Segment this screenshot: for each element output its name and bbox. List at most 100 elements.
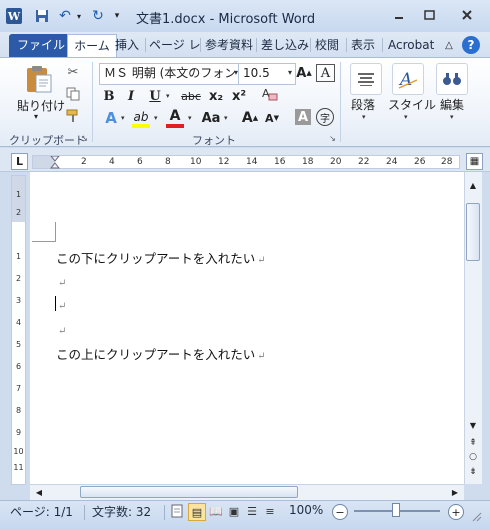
grow-font-button[interactable]: A ▲ [240,109,260,127]
line-text: この下にクリップアートを入れたい [56,251,256,266]
text-effects-dropdown-icon[interactable]: ▾ [121,114,125,122]
proofing-icon[interactable] [171,504,183,518]
font-name-combo[interactable]: ＭＳ 明朝 (本文のフォン ▾ [99,63,242,85]
vertical-ruler[interactable]: 1 2 1 2 3 4 5 6 7 8 9 10 11 [11,175,26,485]
vruler-tick: 2 [15,208,22,217]
font-color-dropdown-icon[interactable]: ▾ [188,114,192,122]
paragraph-icon[interactable] [350,63,382,95]
web-layout-icon[interactable]: ▣ [226,503,242,519]
tab-divider [382,38,383,52]
horizontal-scroll-thumb[interactable] [80,486,298,498]
document-line-5[interactable]: この上にクリップアートを入れたい ↵ [56,344,266,363]
zoom-out-icon[interactable]: − [332,504,348,520]
ruler-tick: 26 [414,157,426,167]
clipboard-launcher-icon[interactable]: ↘ [80,134,89,143]
editing-dropdown-icon[interactable]: ▾ [450,113,454,121]
browse-object-icon[interactable]: ○ [464,450,482,464]
tab-stop-selector[interactable]: L [11,153,28,170]
view-ruler-icon[interactable]: ▦ [466,153,483,170]
customize-qat-icon[interactable]: ▾ [112,8,122,24]
paste-icon[interactable] [24,64,54,94]
copy-icon[interactable] [65,86,81,102]
zoom-in-icon[interactable]: + [448,504,464,520]
font-color-icon[interactable]: A [165,107,185,125]
horizontal-ruler[interactable]: 2 4 6 8 10 12 14 16 18 20 22 24 26 28 [32,155,460,169]
clear-formatting-icon[interactable]: A [258,84,280,104]
char-shading-icon[interactable]: A [295,109,311,125]
underline-button[interactable]: U [145,87,165,105]
paste-button[interactable]: 貼り付け [17,97,65,114]
document-line-1[interactable]: この下にクリップアートを入れたい ↵ [56,248,266,267]
scroll-down-icon[interactable]: ▼ [464,418,482,432]
zoom-slider-thumb[interactable] [392,503,400,517]
subscript-button[interactable]: x₂ [206,87,226,105]
maximize-button[interactable] [416,6,442,24]
bold-button[interactable]: B [99,87,119,105]
styles-icon[interactable]: A [392,63,424,95]
underline-dropdown-icon[interactable]: ▾ [166,92,170,100]
ruler-tick: 10 [190,157,202,167]
italic-button[interactable]: I [121,87,141,105]
tab-page-layout[interactable]: ページ レ [145,34,208,57]
next-page-icon[interactable]: ⇟ [464,465,482,479]
page-count[interactable]: ページ: 1/1 [10,503,73,520]
close-button[interactable] [452,6,482,24]
change-case-icon[interactable]: Aa [199,109,223,127]
font-size-combo[interactable]: 10.5 ▾ [238,63,296,85]
shrink-font-button[interactable]: A ▼ [262,109,282,127]
paragraph-dropdown-icon[interactable]: ▾ [362,113,366,121]
save-icon[interactable] [34,8,50,24]
tab-mailings[interactable]: 差し込み [257,34,317,57]
superscript-button[interactable]: x² [229,87,249,105]
font-launcher-icon[interactable]: ↘ [328,134,337,143]
indent-marker-icon[interactable] [49,155,61,169]
print-layout-view-icon[interactable]: ▤ [188,503,206,521]
text-cursor [55,296,56,311]
document-line-2[interactable]: ↵ [56,274,66,289]
document-page[interactable] [30,172,464,484]
full-screen-reading-icon[interactable]: 📖 [208,503,224,519]
document-line-4[interactable]: ↵ [56,322,66,337]
tab-home[interactable]: ホーム [67,34,117,59]
word-count[interactable]: 文字数: 32 [92,503,151,520]
paragraph-mark: ↵ [58,278,67,289]
scroll-up-icon[interactable]: ▲ [464,178,482,192]
scroll-left-icon[interactable]: ◀ [32,485,46,499]
binoculars-icon[interactable] [436,63,468,95]
highlight-dropdown-icon[interactable]: ▾ [154,114,158,122]
text-effects-icon[interactable]: A [101,109,121,127]
tab-references[interactable]: 参考資料 [201,34,264,57]
styles-button[interactable]: スタイル [388,96,436,113]
styles-dropdown-icon[interactable]: ▾ [404,113,408,121]
help-icon[interactable]: ? [462,36,480,54]
enclose-characters-icon[interactable]: 字 [316,108,334,126]
minimize-button[interactable] [386,6,412,24]
strikethrough-button[interactable]: abc [178,87,204,105]
minimize-ribbon-icon[interactable]: △ [442,38,456,52]
draft-view-icon[interactable]: ≡ [262,503,278,519]
cut-icon[interactable]: ✂ [65,64,81,80]
grow-font-icon[interactable]: A ▲ [294,64,314,82]
format-painter-icon[interactable] [65,108,81,124]
undo-icon[interactable]: ↶ [57,8,73,24]
document-line-3[interactable]: ↵ [56,297,66,312]
scroll-right-icon[interactable]: ▶ [448,485,462,499]
undo-dropdown-icon[interactable]: ▾ [75,8,83,24]
font-name-value: ＭＳ 明朝 (本文のフォン [104,66,237,80]
change-case-dropdown-icon[interactable]: ▾ [224,114,228,122]
paragraph-button[interactable]: 段落 [351,96,375,113]
tab-file[interactable]: ファイル [9,34,73,57]
paste-dropdown-icon[interactable]: ▾ [34,112,38,121]
resize-grip-icon[interactable] [470,510,482,522]
tab-acrobat[interactable]: Acrobat [384,34,446,57]
editing-button[interactable]: 編集 [440,96,464,113]
paragraph-mark: ↵ [257,255,266,266]
vruler-tick: 2 [15,274,22,283]
char-border-icon[interactable]: A [316,64,335,82]
word-app-icon[interactable]: W [6,8,22,24]
vertical-scroll-thumb[interactable] [466,203,480,261]
outline-view-icon[interactable]: ☰ [244,503,260,519]
repeat-icon[interactable]: ↻ [90,8,106,24]
zoom-level[interactable]: 100% [289,503,323,517]
previous-page-icon[interactable]: ⇞ [464,436,482,450]
